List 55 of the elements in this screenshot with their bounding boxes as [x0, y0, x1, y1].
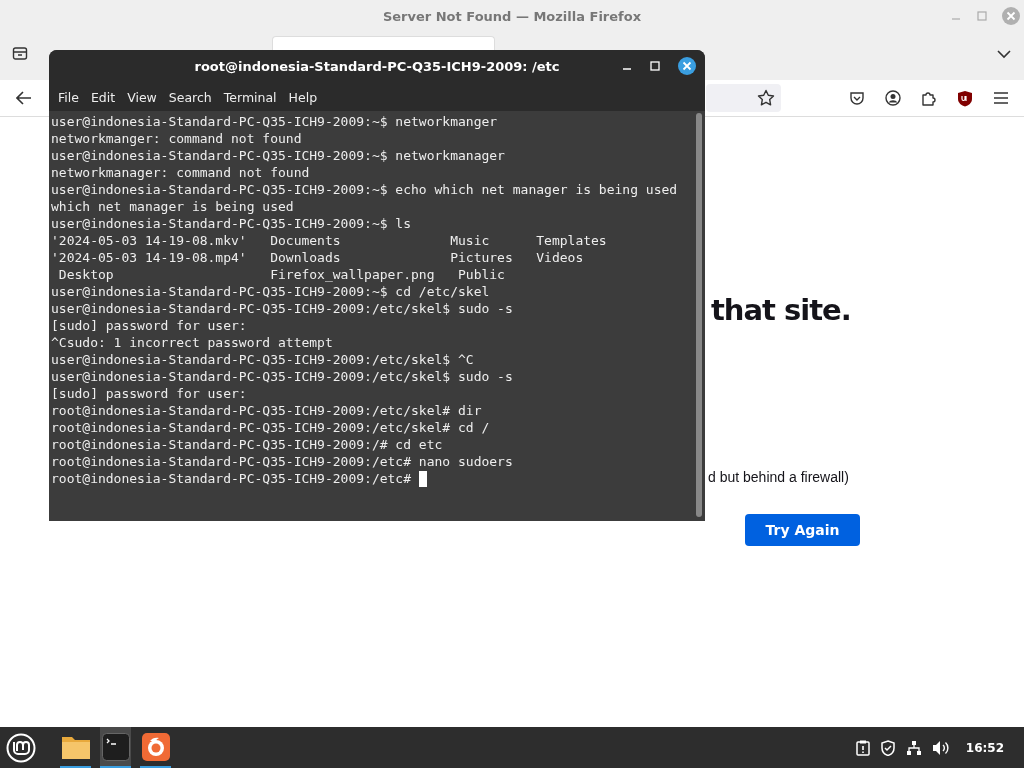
cursor	[418, 470, 427, 487]
menu-item[interactable]: View	[121, 87, 163, 107]
terminal-line: '2024-05-03 14-19-08.mp4' Downloads Pictures Videos	[51, 249, 584, 266]
clipboard-icon[interactable]	[855, 739, 870, 756]
pocket-icon[interactable]	[849, 90, 865, 106]
chevron-down-icon[interactable]	[997, 49, 1011, 59]
terminal-line: root@indonesia-Standard-PC-Q35-ICH9-2009:/etc# nano sudoers	[51, 453, 513, 470]
shield-icon[interactable]	[879, 739, 896, 756]
menu-icon[interactable]	[993, 91, 1009, 105]
clock[interactable]: 16:52	[965, 740, 1004, 755]
address-bar[interactable]	[706, 84, 781, 112]
terminal-line: root@indonesia-Standard-PC-Q35-ICH9-2009:/etc/skel# cd /	[51, 419, 490, 436]
terminal-line: user@indonesia-Standard-PC-Q35-ICH9-2009:~$ echo which net manager is being used	[51, 181, 678, 198]
terminal-line: networkmanager: command not found	[51, 164, 310, 181]
menu-item[interactable]: File	[52, 87, 85, 107]
account-icon[interactable]	[885, 90, 901, 106]
back-arrow-icon[interactable]	[16, 91, 32, 105]
terminal-line: user@indonesia-Standard-PC-Q35-ICH9-2009:~$ ls	[51, 215, 412, 232]
scrollbar[interactable]	[696, 113, 702, 517]
error-hint: d but behind a firewall)	[708, 469, 849, 485]
terminal-line: user@indonesia-Standard-PC-Q35-ICH9-2009:/etc/skel$ ^C	[51, 351, 474, 368]
menu-logo-icon[interactable]	[6, 732, 36, 763]
menu-item[interactable]: Help	[282, 87, 324, 107]
window-title: Server Not Found — Mozilla Firefox	[382, 9, 642, 24]
terminal-line: user@indonesia-Standard-PC-Q35-ICH9-2009:/etc/skel$ sudo -s	[51, 368, 513, 385]
terminal-line: which net manager is being used	[51, 198, 294, 215]
error-heading: that site.	[711, 293, 851, 327]
menu-item[interactable]: Search	[162, 87, 218, 107]
menu-item[interactable]: Edit	[84, 87, 122, 107]
terminal-line: networkmanger: command not found	[51, 130, 302, 147]
terminal-line: root@indonesia-Standard-PC-Q35-ICH9-2009:/etc#	[51, 470, 413, 487]
terminal-line: user@indonesia-Standard-PC-Q35-ICH9-2009:~$ networkmanager	[51, 147, 505, 164]
terminal-line: root@indonesia-Standard-PC-Q35-ICH9-2009:/etc/skel# dir	[51, 402, 482, 419]
try-again-button[interactable]: Try Again	[745, 514, 860, 546]
terminal-line: [sudo] password for user:	[51, 317, 247, 334]
window-title: root@indonesia-Standard-PC-Q35-ICH9-2009: /etc	[194, 59, 560, 74]
shield-icon[interactable]	[957, 89, 973, 107]
menu-item[interactable]: Terminal	[217, 87, 283, 107]
close-icon[interactable]	[678, 57, 696, 75]
volume-icon[interactable]	[931, 739, 950, 756]
puzzle-icon[interactable]	[921, 90, 937, 106]
terminal-line: user@indonesia-Standard-PC-Q35-ICH9-2009:/etc/skel$ sudo -s	[51, 300, 513, 317]
terminal-line: root@indonesia-Standard-PC-Q35-ICH9-2009:/# cd etc	[51, 436, 443, 453]
terminal-icon	[101, 732, 130, 761]
terminal-line: ^Csudo: 1 incorrect password attempt	[51, 334, 333, 351]
terminal-line: user@indonesia-Standard-PC-Q35-ICH9-2009:~$ networkmanger	[51, 113, 498, 130]
terminal-line: Desktop Firefox_wallpaper.png Public	[57, 266, 505, 283]
taskbar-app[interactable]	[100, 727, 131, 768]
firefox-icon	[141, 732, 170, 761]
tab-list-icon[interactable]	[12, 45, 28, 61]
terminal-line: user@indonesia-Standard-PC-Q35-ICH9-2009:~$ cd /etc/skel	[51, 283, 490, 300]
terminal-line: '2024-05-03 14-19-08.mkv' Documents Music Templates	[51, 232, 607, 249]
terminal-line: [sudo] password for user:	[51, 385, 247, 402]
star-icon[interactable]	[757, 89, 775, 107]
network-icon[interactable]	[905, 739, 922, 756]
